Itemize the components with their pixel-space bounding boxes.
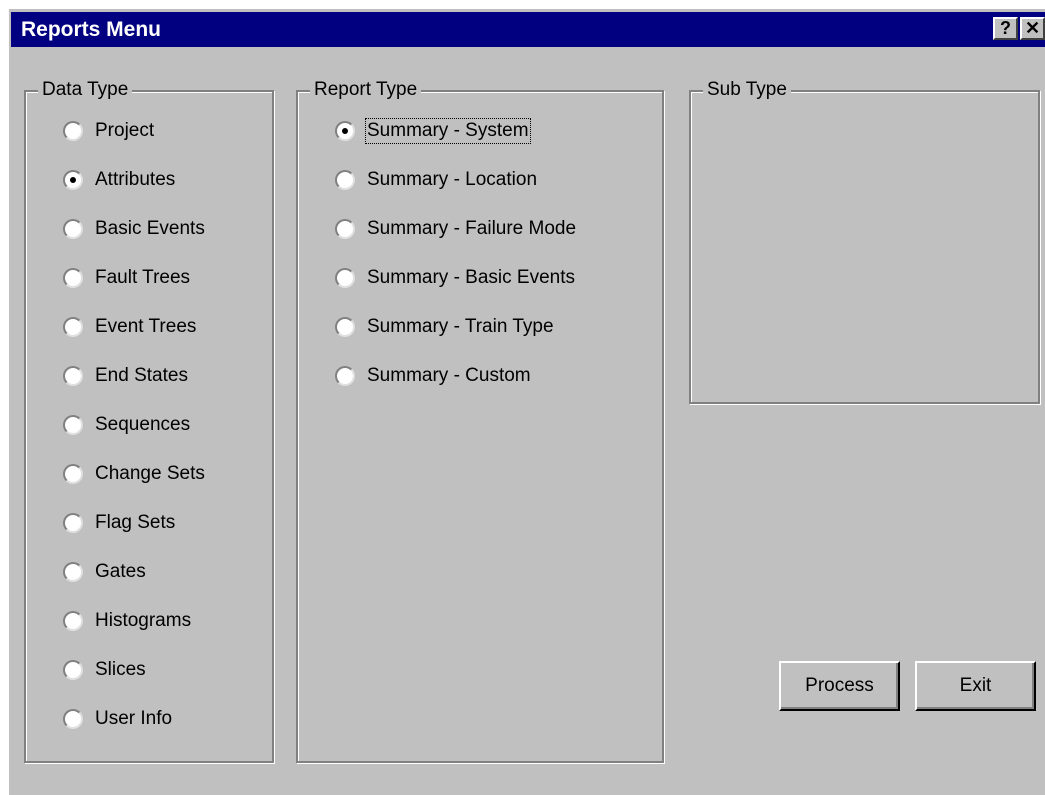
data-type-option-label: Histograms [95,610,192,631]
radio-button-icon[interactable] [63,513,83,533]
radio-button-icon[interactable] [63,170,83,190]
sub-type-group: Sub Type [689,79,1040,404]
report-type-group-title: Report Type [310,79,422,101]
data-type-option-attributes[interactable]: Attributes [63,166,175,194]
data-type-option-change-sets[interactable]: Change Sets [63,460,205,488]
data-type-option-fault-trees[interactable]: Fault Trees [63,264,190,292]
title-bar: Reports Menu ? ✕ [11,12,1045,47]
data-type-group-title: Data Type [38,79,133,101]
report-type-option-label: Summary - System [365,118,531,144]
data-type-option-project[interactable]: Project [63,117,154,145]
data-type-option-label: Project [95,120,155,141]
radio-button-icon[interactable] [63,562,83,582]
data-type-option-label: End States [95,365,188,386]
radio-button-icon[interactable] [63,709,83,729]
data-type-option-label: User Info [95,708,173,729]
data-type-option-label: Gates [95,561,146,582]
report-type-option-label: Summary - Location [367,169,538,190]
data-type-option-end-states[interactable]: End States [63,362,188,390]
data-type-option-sequences[interactable]: Sequences [63,411,190,439]
report-type-option-label: Summary - Basic Events [367,267,575,288]
radio-button-icon[interactable] [63,317,83,337]
data-type-option-event-trees[interactable]: Event Trees [63,313,196,341]
report-type-option-summary-location[interactable]: Summary - Location [335,166,537,194]
exit-button[interactable]: Exit [915,661,1036,711]
data-type-option-label: Change Sets [95,463,205,484]
data-type-option-label: Event Trees [95,316,197,337]
report-type-group: Report Type Summary - System Summary - Lo… [296,79,664,763]
radio-button-icon[interactable] [63,415,83,435]
radio-button-icon[interactable] [63,464,83,484]
radio-selected-dot-icon [342,128,348,134]
report-type-option-label: Summary - Failure Mode [367,218,577,239]
report-type-option-summary-basic-events[interactable]: Summary - Basic Events [335,264,575,292]
data-type-option-label: Basic Events [95,218,205,239]
radio-button-icon[interactable] [335,268,355,288]
report-type-option-label: Summary - Custom [367,365,531,386]
data-type-option-gates[interactable]: Gates [63,558,146,586]
data-type-option-flag-sets[interactable]: Flag Sets [63,509,175,537]
radio-button-icon[interactable] [63,611,83,631]
process-button[interactable]: Process [779,661,900,711]
radio-button-icon[interactable] [335,219,355,239]
radio-button-icon[interactable] [63,660,83,680]
data-type-group: Data Type Project Attributes Basic Events F… [24,79,274,763]
report-type-option-summary-custom[interactable]: Summary - Custom [335,362,531,390]
reports-menu-window: Reports Menu ? ✕ Data Type Project Attrib… [7,7,1045,795]
close-icon[interactable]: ✕ [1020,17,1045,40]
data-type-option-slices[interactable]: Slices [63,656,146,684]
data-type-option-label: Flag Sets [95,512,176,533]
data-type-option-label: Fault Trees [95,267,191,288]
help-button[interactable]: ? [993,17,1018,40]
radio-button-icon[interactable] [63,268,83,288]
sub-type-group-title: Sub Type [703,79,791,101]
data-type-option-user-info[interactable]: User Info [63,705,172,733]
radio-button-icon[interactable] [63,219,83,239]
report-type-option-summary-failure-mode[interactable]: Summary - Failure Mode [335,215,576,243]
data-type-option-basic-events[interactable]: Basic Events [63,215,205,243]
radio-button-icon[interactable] [63,121,83,141]
radio-button-icon[interactable] [335,366,355,386]
window-title: Reports Menu [21,18,162,41]
radio-selected-dot-icon [70,177,76,183]
data-type-option-label: Attributes [95,169,176,190]
data-type-option-label: Sequences [95,414,191,435]
report-type-option-summary-system[interactable]: Summary - System [335,117,531,145]
radio-button-icon[interactable] [335,121,355,141]
radio-button-icon[interactable] [63,366,83,386]
radio-button-icon[interactable] [335,317,355,337]
report-type-option-summary-train-type[interactable]: Summary - Train Type [335,313,554,341]
radio-button-icon[interactable] [335,170,355,190]
data-type-option-label: Slices [95,659,146,680]
data-type-option-histograms[interactable]: Histograms [63,607,191,635]
report-type-option-label: Summary - Train Type [367,316,554,337]
